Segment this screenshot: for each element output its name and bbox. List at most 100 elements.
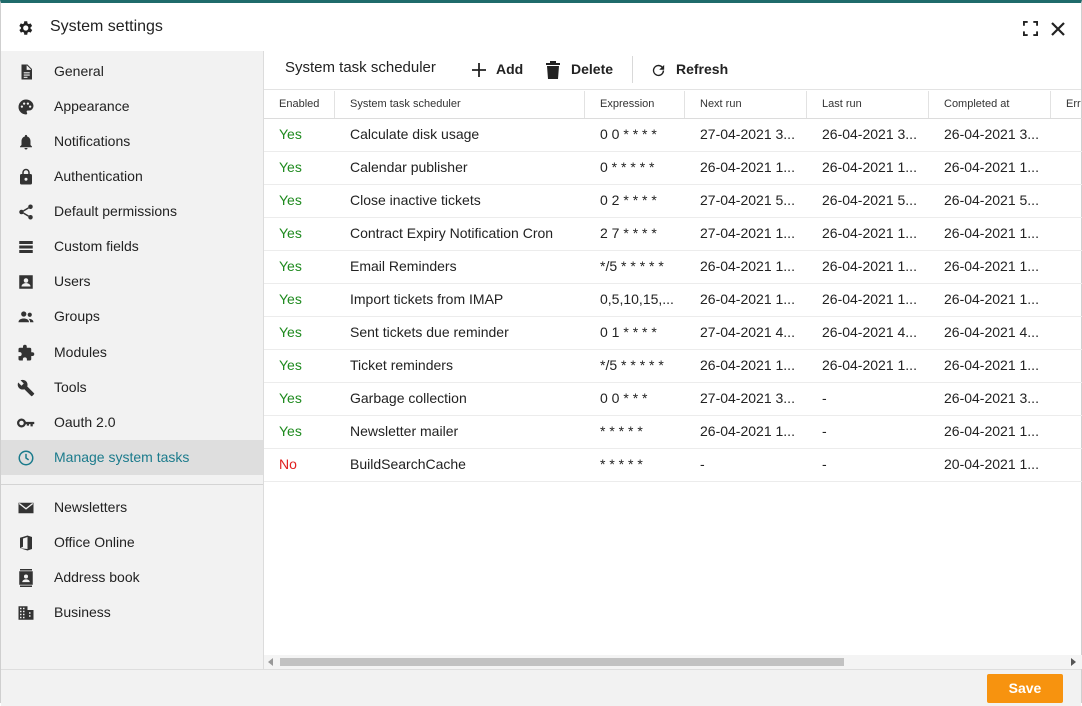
add-button[interactable]: Add <box>471 59 531 81</box>
task-table-body: Yes Calculate disk usage 0 0 * * * * 27-04-… <box>264 119 1082 655</box>
sidebar-item-general[interactable]: General <box>1 54 263 89</box>
settings-sidebar: General Appearance Notifications Authent… <box>1 51 263 669</box>
cell-next-run: 26-04-2021 1... <box>700 357 795 373</box>
sidebar-item-groups[interactable]: Groups <box>1 299 263 334</box>
table-row[interactable]: Yes Email Reminders */5 * * * * * 26-04-202… <box>264 251 1082 284</box>
column-header-completed-at[interactable]: Completed at <box>929 91 1051 118</box>
cell-next-run: 26-04-2021 1... <box>700 159 795 175</box>
plus-icon <box>472 63 486 77</box>
horizontal-scrollbar[interactable] <box>264 655 1082 669</box>
sidebar-item-newsletters[interactable]: Newsletters <box>1 490 263 525</box>
cell-task-name: Calendar publisher <box>350 159 468 175</box>
cell-task-name: Close inactive tickets <box>350 192 481 208</box>
cell-next-run: 26-04-2021 1... <box>700 258 795 274</box>
column-header-expression[interactable]: Expression <box>585 91 685 118</box>
cell-task-name: Garbage collection <box>350 390 467 406</box>
cell-enabled: Yes <box>279 126 302 142</box>
column-header-next-run[interactable]: Next run <box>685 91 807 118</box>
cell-last-run: - <box>822 423 827 439</box>
close-icon[interactable] <box>1050 21 1066 37</box>
cell-completed-at: 26-04-2021 1... <box>944 423 1039 439</box>
cell-last-run: 26-04-2021 3... <box>822 126 917 142</box>
column-header-last-run[interactable]: Last run <box>807 91 929 118</box>
column-header-enabled[interactable]: Enabled <box>264 91 335 118</box>
sidebar-item-label: Tools <box>54 379 87 395</box>
cell-enabled: Yes <box>279 357 302 373</box>
column-header-error[interactable]: Err <box>1051 91 1082 118</box>
cell-enabled: Yes <box>279 423 302 439</box>
table-row[interactable]: Yes Calendar publisher 0 * * * * * 26-04-20… <box>264 152 1082 185</box>
sidebar-item-label: Appearance <box>54 98 130 114</box>
table-row[interactable]: Yes Import tickets from IMAP 0,5,10,15,...… <box>264 284 1082 317</box>
sidebar-item-appearance[interactable]: Appearance <box>1 89 263 124</box>
cell-enabled: Yes <box>279 159 302 175</box>
sidebar-item-notifications[interactable]: Notifications <box>1 124 263 159</box>
cell-completed-at: 26-04-2021 4... <box>944 324 1039 340</box>
sidebar-item-office-online[interactable]: Office Online <box>1 525 263 560</box>
cell-completed-at: 26-04-2021 1... <box>944 159 1039 175</box>
settings-dialog: System settings General Appearance Notif… <box>0 0 1082 706</box>
scroll-right-arrow-icon[interactable] <box>1071 658 1076 666</box>
column-header-task[interactable]: System task scheduler <box>335 91 585 118</box>
cell-enabled: Yes <box>279 225 302 241</box>
sidebar-item-label: Oauth 2.0 <box>54 414 116 430</box>
cell-task-name: Newsletter mailer <box>350 423 459 439</box>
list-icon <box>19 241 33 253</box>
refresh-button[interactable]: Refresh <box>650 59 730 81</box>
sidebar-item-address-book[interactable]: Address book <box>1 560 263 595</box>
cell-expression: 0,5,10,15,... <box>600 291 674 307</box>
sidebar-item-tools[interactable]: Tools <box>1 370 263 405</box>
maximize-icon[interactable] <box>1023 21 1038 36</box>
key-icon <box>17 418 35 428</box>
scrollbar-thumb[interactable] <box>280 658 844 666</box>
save-button[interactable]: Save <box>987 674 1063 703</box>
gear-icon <box>19 21 33 35</box>
dialog-title: System settings <box>50 18 163 35</box>
cell-expression: 0 * * * * * <box>600 159 655 175</box>
address-book-icon <box>19 569 33 587</box>
sidebar-item-label: Office Online <box>54 534 135 550</box>
sidebar-item-label: Address book <box>54 569 140 585</box>
cell-next-run: 26-04-2021 1... <box>700 423 795 439</box>
table-row[interactable]: No BuildSearchCache * * * * * - - 20-04-2021 … <box>264 449 1082 482</box>
delete-button[interactable]: Delete <box>545 59 615 81</box>
table-row[interactable]: Yes Newsletter mailer * * * * * 26-04-2021 … <box>264 416 1082 449</box>
sidebar-item-modules[interactable]: Modules <box>1 335 263 370</box>
cell-last-run: 26-04-2021 4... <box>822 324 917 340</box>
cell-enabled: Yes <box>279 192 302 208</box>
scroll-left-arrow-icon[interactable] <box>268 658 273 666</box>
sidebar-item-label: General <box>54 63 104 79</box>
sidebar-item-authentication[interactable]: Authentication <box>1 159 263 194</box>
bell-icon <box>20 134 32 150</box>
sidebar-item-oauth[interactable]: Oauth 2.0 <box>1 405 263 440</box>
table-row[interactable]: Yes Contract Expiry Notification Cron 2 7 … <box>264 218 1082 251</box>
sidebar-item-default-permissions[interactable]: Default permissions <box>1 194 263 229</box>
puzzle-icon <box>18 344 35 361</box>
dialog-titlebar: System settings <box>1 6 1081 50</box>
cell-enabled: Yes <box>279 390 302 406</box>
table-row[interactable]: Yes Close inactive tickets 0 2 * * * * 27-0… <box>264 185 1082 218</box>
sidebar-item-label: Default permissions <box>54 203 177 219</box>
table-row[interactable]: Yes Sent tickets due reminder 0 1 * * * * 2… <box>264 317 1082 350</box>
sidebar-item-label: Business <box>54 604 111 620</box>
sidebar-item-manage-system-tasks[interactable]: Manage system tasks <box>1 440 263 475</box>
sidebar-item-custom-fields[interactable]: Custom fields <box>1 229 263 264</box>
table-row[interactable]: Yes Garbage collection 0 0 * * * 27-04-2021… <box>264 383 1082 416</box>
delete-button-label: Delete <box>571 61 614 77</box>
sidebar-item-label: Modules <box>54 344 107 360</box>
cell-completed-at: 26-04-2021 3... <box>944 126 1039 142</box>
table-row[interactable]: Yes Calculate disk usage 0 0 * * * * 27-04-… <box>264 119 1082 152</box>
trash-icon <box>546 61 560 79</box>
document-icon <box>21 64 32 80</box>
table-row[interactable]: Yes Ticket reminders */5 * * * * * 26-04-20… <box>264 350 1082 383</box>
cell-last-run: 26-04-2021 1... <box>822 357 917 373</box>
cell-next-run: - <box>700 456 705 472</box>
cell-expression: */5 * * * * * <box>600 258 664 274</box>
refresh-icon <box>652 64 665 77</box>
panel-title: System task scheduler <box>285 59 436 76</box>
sidebar-item-business[interactable]: Business <box>1 595 263 630</box>
cell-task-name: Calculate disk usage <box>350 126 480 142</box>
cell-completed-at: 26-04-2021 1... <box>944 357 1039 373</box>
sidebar-item-users[interactable]: Users <box>1 264 263 299</box>
cell-expression: 2 7 * * * * <box>600 225 657 241</box>
